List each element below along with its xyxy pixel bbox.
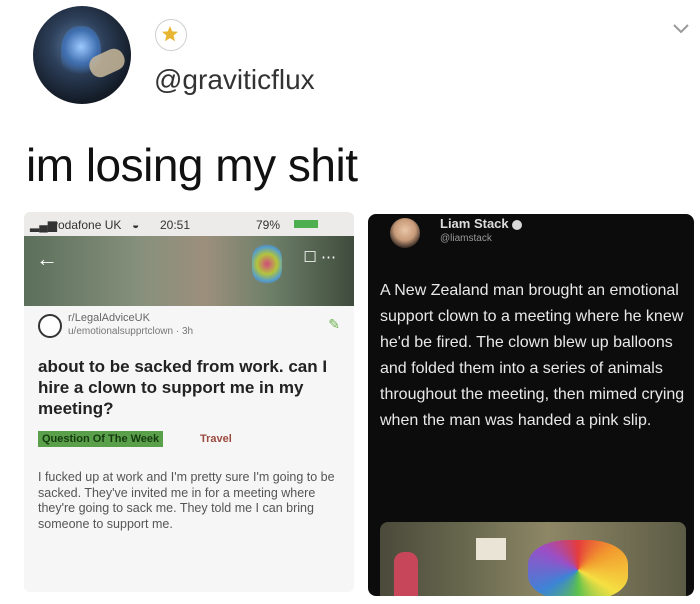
reddit-screenshot: ▂▄▆ vodafone UK ◒ 20:51 79% ← ☐ ⋯ r/Lega… xyxy=(24,212,354,592)
embedded-photo xyxy=(380,522,686,596)
tweet-handle[interactable]: @graviticflux xyxy=(154,64,315,96)
embedded-handle: @liamstack xyxy=(440,233,492,244)
photo-balloons xyxy=(528,540,628,596)
subreddit-name[interactable]: r/LegalAdviceUK xyxy=(68,312,150,324)
star-badge-icon xyxy=(155,19,187,51)
embedded-tweet-text: A New Zealand man brought an emotional s… xyxy=(380,282,685,429)
more-options-icon[interactable]: ☐ ⋯ xyxy=(303,248,336,266)
carrier-label: vodafone UK xyxy=(52,218,122,232)
pin-icon: ✎ xyxy=(328,316,340,332)
battery-icon xyxy=(294,220,318,228)
battery-label: 79% xyxy=(256,218,281,232)
header-image-detail xyxy=(252,244,282,284)
verified-icon xyxy=(511,219,522,230)
clock-label: 20:51 xyxy=(160,218,191,232)
post-flair[interactable]: Question Of The Week xyxy=(38,431,164,447)
phone-status-bar: ▂▄▆ vodafone UK ◒ 20:51 79% xyxy=(24,212,354,236)
post-header-image: ← ☐ ⋯ xyxy=(24,236,354,306)
subreddit-avatar[interactable] xyxy=(38,314,62,338)
post-title: about to be sacked from work. can I hire… xyxy=(38,357,328,418)
back-arrow-icon[interactable]: ← xyxy=(36,246,58,272)
embedded-tweet-screenshot: Liam Stack @liamstack A New Zealand man … xyxy=(368,214,694,596)
post-author[interactable]: u/emotionalsupprtclown · 3h xyxy=(68,326,193,337)
embedded-avatar xyxy=(390,218,420,248)
tweet-text: im losing my shit xyxy=(26,139,358,191)
embedded-name-text: Liam Stack xyxy=(440,216,509,231)
profile-avatar[interactable] xyxy=(33,6,131,104)
embedded-name: Liam Stack xyxy=(440,216,522,231)
chevron-down-icon[interactable] xyxy=(670,18,692,40)
post-body: I fucked up at work and I'm pretty sure … xyxy=(38,470,335,531)
photo-person xyxy=(394,552,418,596)
photo-sign xyxy=(476,538,506,560)
wifi-icon: ◒ xyxy=(132,218,140,232)
post-flair-tag[interactable]: Travel xyxy=(200,433,232,445)
